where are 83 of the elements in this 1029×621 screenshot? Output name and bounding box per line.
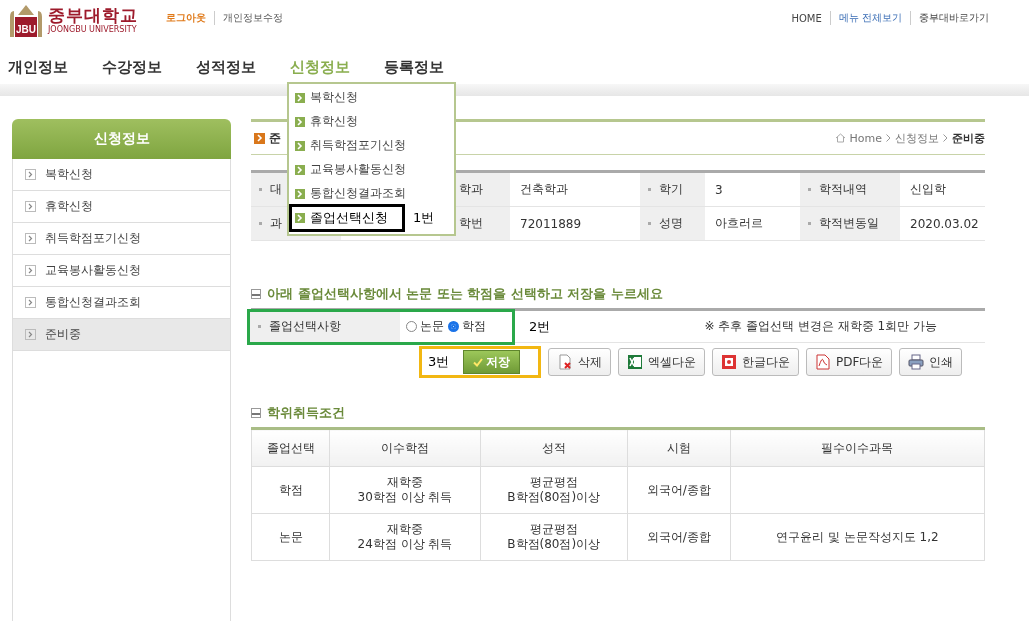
- field-label: 졸업선택사항: [250, 311, 400, 342]
- excel-button[interactable]: 엑셀다운: [618, 348, 705, 376]
- sidebar-item[interactable]: 통합신청결과조회: [12, 287, 231, 319]
- nav-tab[interactable]: 성적정보: [196, 57, 256, 76]
- chevron-icon: [25, 297, 36, 308]
- column-header: 성적: [480, 428, 628, 467]
- column-header: 시험: [627, 428, 731, 467]
- sidebar-item[interactable]: 교육봉사활동신청: [12, 255, 231, 287]
- chevron-icon: [295, 116, 305, 127]
- dropdown-item[interactable]: 복학신청: [289, 86, 364, 109]
- print-button[interactable]: 인쇄: [899, 348, 963, 376]
- chevron-icon: [943, 134, 948, 142]
- info-label: 학적변동일: [800, 206, 900, 241]
- breadcrumb-link[interactable]: 신청정보: [895, 130, 939, 146]
- chevron-icon: [254, 132, 265, 144]
- document-delete-icon: [557, 354, 573, 370]
- nav-tab[interactable]: 수강정보: [102, 57, 162, 76]
- info-label: 성명: [640, 206, 705, 241]
- printer-icon: [908, 354, 925, 370]
- chevron-icon: [25, 329, 36, 340]
- top-link[interactable]: 메뉴 전체보기: [829, 11, 902, 25]
- university-name: 중부대학교: [48, 5, 138, 25]
- header-link[interactable]: 개인정보수정: [214, 11, 283, 25]
- hwp-button[interactable]: 한글다운: [712, 348, 799, 376]
- annotation-label: 1번: [413, 208, 435, 227]
- top-link[interactable]: 중부대바로가기: [910, 11, 989, 25]
- sidebar-item[interactable]: 준비중: [12, 319, 231, 351]
- chevron-icon: [886, 134, 891, 142]
- table-cell: 논문: [251, 513, 330, 561]
- sidebar-item[interactable]: 취득학점포기신청: [12, 223, 231, 255]
- info-label: 학적내역: [800, 171, 900, 207]
- chevron-icon: [25, 233, 36, 244]
- section-heading: 학위취득조건: [267, 404, 345, 422]
- document-icon: [721, 354, 737, 370]
- breadcrumb-link[interactable]: 준비중: [952, 130, 985, 146]
- check-icon: [473, 357, 484, 367]
- column-header: 필수이수과목: [730, 428, 985, 467]
- table-cell: 연구윤리 및 논문작성지도 1,2: [730, 513, 985, 561]
- dropdown-item[interactable]: 졸업선택신청: [289, 203, 405, 232]
- home-icon: [834, 133, 846, 143]
- table-cell: 평균평점 B학점(80점)이상: [480, 466, 628, 514]
- chevron-icon: [295, 140, 305, 151]
- radio-option[interactable]: 논문: [406, 318, 444, 335]
- pdf-icon: [815, 354, 831, 370]
- dropdown-item[interactable]: 취득학점포기신청: [289, 134, 412, 157]
- table-cell: 재학중 30학점 이상 취득: [329, 466, 481, 514]
- annotation-label: 2번: [529, 317, 551, 336]
- table-cell: 평균평점 B학점(80점)이상: [480, 513, 628, 561]
- chevron-icon: [25, 169, 36, 180]
- collapse-icon: [251, 408, 261, 418]
- section-heading: 아래 졸업선택사항에서 논문 또는 학점을 선택하고 저장을 누르세요: [267, 285, 663, 303]
- dropdown-item[interactable]: 휴학신청: [289, 110, 364, 133]
- university-subtitle: JOONGBU UNIVERSITY: [48, 25, 138, 35]
- annotation-label: 3번: [428, 353, 450, 371]
- breadcrumb-link[interactable]: Home: [849, 131, 882, 145]
- radio-option[interactable]: 학점: [448, 318, 486, 335]
- info-label: 학기: [640, 171, 705, 207]
- chevron-icon: [295, 92, 305, 103]
- column-header: 이수학점: [329, 428, 481, 467]
- chevron-icon: [295, 188, 305, 199]
- sidebar-title: 신청정보: [12, 119, 231, 159]
- top-link[interactable]: HOME: [791, 12, 822, 24]
- table-cell: 재학중 24학점 이상 취득: [329, 513, 481, 561]
- info-value: 2020.03.02: [900, 206, 985, 241]
- sidebar-item[interactable]: 휴학신청: [12, 191, 231, 223]
- page-title: 준: [269, 129, 281, 147]
- info-value: 신입학: [900, 171, 985, 207]
- spreadsheet-icon: [627, 354, 643, 370]
- column-header: 졸업선택: [251, 428, 330, 467]
- table-cell: 학점: [251, 466, 330, 514]
- pdf-button[interactable]: PDF다운: [806, 348, 893, 376]
- sidebar-item[interactable]: 복학신청: [12, 159, 231, 191]
- nav-tab[interactable]: 등록정보: [384, 57, 444, 76]
- chevron-icon: [295, 212, 305, 223]
- nav-tab[interactable]: 개인정보: [8, 57, 68, 76]
- collapse-icon: [251, 289, 261, 299]
- table-cell: 외국어/종합: [627, 466, 731, 514]
- chevron-icon: [295, 164, 305, 175]
- chevron-icon: [25, 265, 36, 276]
- notice-text: ※ 추후 졸업선택 변경은 재학중 1회만 가능: [704, 318, 937, 335]
- delete-button[interactable]: 삭제: [548, 348, 611, 376]
- table-cell: 외국어/종합: [627, 513, 731, 561]
- chevron-icon: [25, 201, 36, 212]
